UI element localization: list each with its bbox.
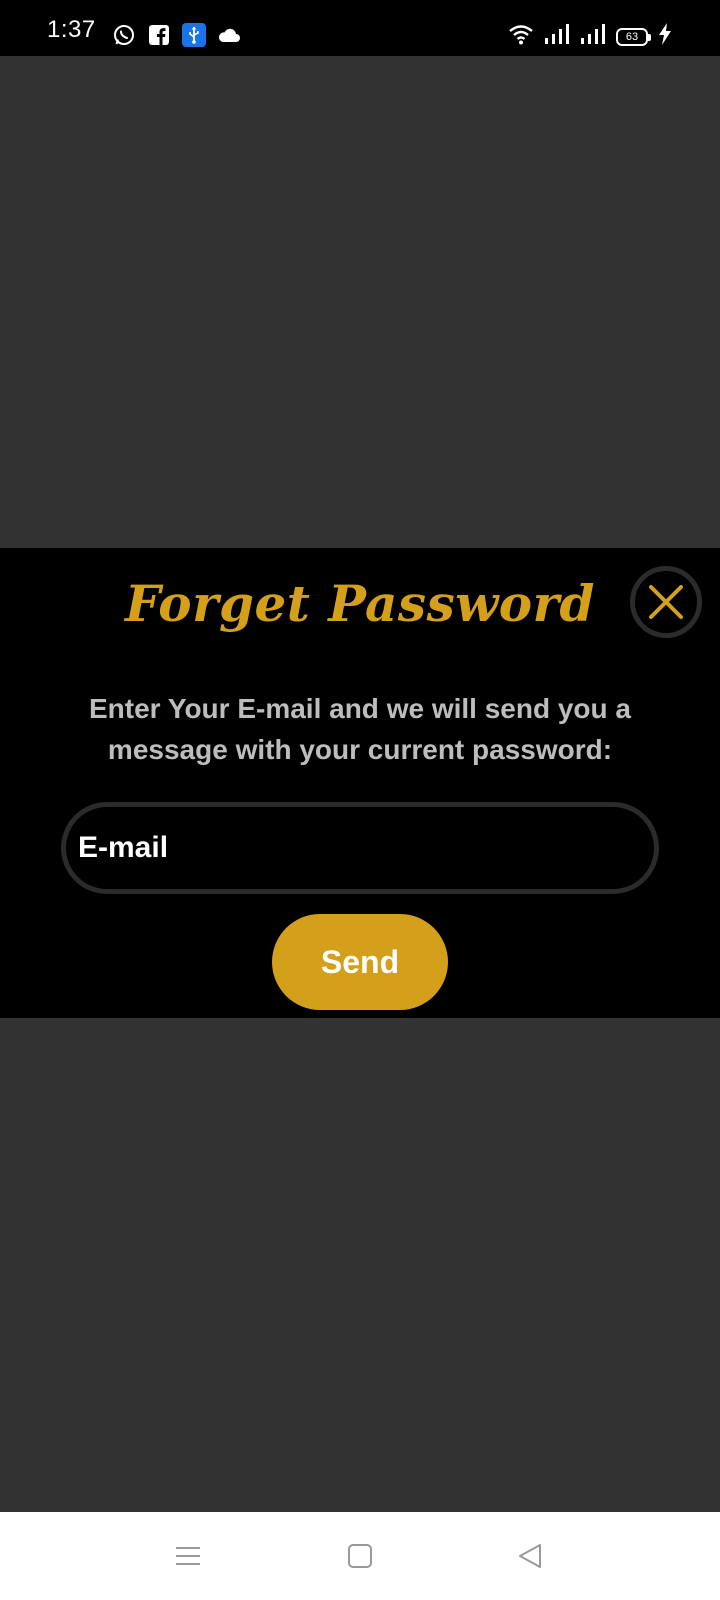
menu-button[interactable] xyxy=(166,1534,210,1578)
status-right-group: 63 xyxy=(508,23,672,50)
send-button[interactable]: Send xyxy=(272,914,448,1010)
close-icon xyxy=(649,585,683,619)
home-button[interactable] xyxy=(338,1534,382,1578)
wifi-icon xyxy=(508,23,534,50)
whatsapp-icon xyxy=(111,22,137,48)
navigation-bar xyxy=(0,1512,720,1600)
close-button[interactable] xyxy=(630,566,702,638)
signal-icon xyxy=(580,23,606,50)
dialog-message: Enter Your E-mail and we will send you a… xyxy=(89,693,631,765)
back-icon xyxy=(519,1544,541,1568)
forget-password-dialog: Forget Password Enter Your E-mail and we… xyxy=(0,548,720,1018)
menu-icon xyxy=(176,1547,200,1565)
signal-icon xyxy=(544,23,570,50)
back-button[interactable] xyxy=(508,1534,552,1578)
home-icon xyxy=(348,1544,372,1568)
battery-icon: 63 xyxy=(616,27,651,46)
dialog-title: Forget Password xyxy=(125,574,595,633)
status-time: 1:37 xyxy=(47,16,96,43)
status-bar: 1:37 63 xyxy=(0,0,720,56)
usb-icon xyxy=(181,22,207,48)
cloud-icon xyxy=(216,22,242,48)
email-field[interactable] xyxy=(61,802,659,894)
facebook-icon xyxy=(146,22,172,48)
charging-icon xyxy=(658,23,672,50)
battery-level: 63 xyxy=(625,30,639,43)
